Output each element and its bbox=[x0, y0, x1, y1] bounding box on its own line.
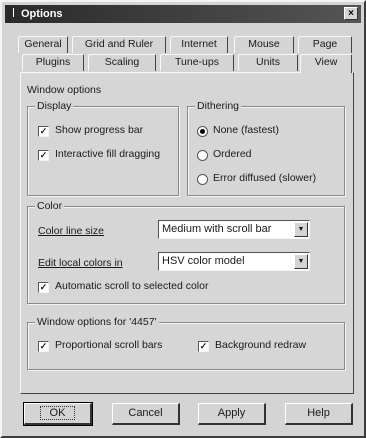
chevron-down-icon[interactable]: ▼ bbox=[294, 222, 308, 237]
dither-error-diffused-radio[interactable] bbox=[197, 174, 208, 185]
tab-page[interactable]: Page bbox=[298, 36, 352, 53]
window-options-heading: Window options bbox=[27, 84, 102, 96]
dither-none-label: None (fastest) bbox=[213, 124, 279, 136]
dither-ordered-label: Ordered bbox=[213, 148, 252, 160]
apply-button[interactable]: Apply bbox=[198, 403, 266, 425]
tab-grid-and-ruler[interactable]: Grid and Ruler bbox=[72, 36, 166, 53]
radio-selected-dot bbox=[200, 129, 205, 134]
title-bar[interactable]: Options × bbox=[5, 5, 361, 23]
chevron-down-icon[interactable]: ▼ bbox=[294, 254, 308, 269]
close-button[interactable]: × bbox=[344, 7, 358, 20]
proportional-scroll-bars-label: Proportional scroll bars bbox=[55, 339, 163, 351]
color-line-size-dropdown[interactable]: Medium with scroll bar ▼ bbox=[158, 220, 310, 239]
background-redraw-checkbox[interactable]: ✓ bbox=[198, 341, 209, 352]
tab-view[interactable]: View bbox=[300, 54, 352, 73]
display-group: Display ✓ Show progress bar ✓ Interactiv… bbox=[27, 100, 179, 196]
dithering-group: Dithering None (fastest) Ordered Error d… bbox=[187, 100, 345, 196]
edit-local-colors-dropdown[interactable]: HSV color model ▼ bbox=[158, 252, 310, 271]
show-progress-bar-checkbox[interactable]: ✓ bbox=[38, 126, 49, 137]
auto-scroll-label: Automatic scroll to selected color bbox=[55, 280, 209, 292]
background-redraw-label: Background redraw bbox=[215, 339, 307, 351]
view-tab-panel: Window options Display ✓ Show progress b… bbox=[20, 72, 354, 394]
window-title: Options bbox=[21, 8, 63, 20]
interactive-fill-dragging-label: Interactive fill dragging bbox=[55, 148, 161, 160]
tab-mouse[interactable]: Mouse bbox=[234, 36, 294, 53]
tab-general[interactable]: General bbox=[18, 36, 68, 53]
edit-local-colors-label: Edit local colors in bbox=[38, 257, 123, 269]
window-options-for-group: Window options for '4457' ✓ Proportional… bbox=[27, 316, 345, 370]
help-button[interactable]: Help bbox=[285, 403, 353, 425]
color-group: Color Color line size Medium with scroll… bbox=[27, 200, 345, 304]
dither-none-radio[interactable] bbox=[197, 126, 208, 137]
ok-button-label: OK bbox=[39, 406, 76, 420]
show-progress-bar-label: Show progress bar bbox=[55, 124, 144, 136]
dither-error-diffused-label: Error diffused (slower) bbox=[213, 172, 317, 184]
interactive-fill-dragging-checkbox[interactable]: ✓ bbox=[38, 150, 49, 161]
edit-local-colors-value: HSV color model bbox=[162, 255, 245, 267]
window-options-for-label: Window options for '4457' bbox=[35, 316, 159, 328]
color-line-size-label: Color line size bbox=[38, 225, 104, 237]
tab-scaling[interactable]: Scaling bbox=[88, 54, 156, 71]
dither-ordered-radio[interactable] bbox=[197, 150, 208, 161]
options-dialog: Options × General Grid and Ruler Interne… bbox=[0, 0, 366, 438]
window-menu-icon[interactable] bbox=[13, 8, 17, 17]
tab-units[interactable]: Units bbox=[238, 54, 298, 71]
auto-scroll-checkbox[interactable]: ✓ bbox=[38, 282, 49, 293]
display-group-label: Display bbox=[35, 100, 74, 112]
tab-internet[interactable]: Internet bbox=[170, 36, 228, 53]
color-line-size-value: Medium with scroll bar bbox=[162, 223, 272, 235]
color-group-label: Color bbox=[35, 200, 65, 212]
dithering-group-label: Dithering bbox=[195, 100, 242, 112]
tab-tune-ups[interactable]: Tune-ups bbox=[160, 54, 234, 71]
cancel-button[interactable]: Cancel bbox=[112, 403, 180, 425]
tab-plugins[interactable]: Plugins bbox=[22, 54, 84, 71]
proportional-scroll-bars-checkbox[interactable]: ✓ bbox=[38, 341, 49, 352]
ok-button[interactable]: OK bbox=[23, 402, 93, 426]
